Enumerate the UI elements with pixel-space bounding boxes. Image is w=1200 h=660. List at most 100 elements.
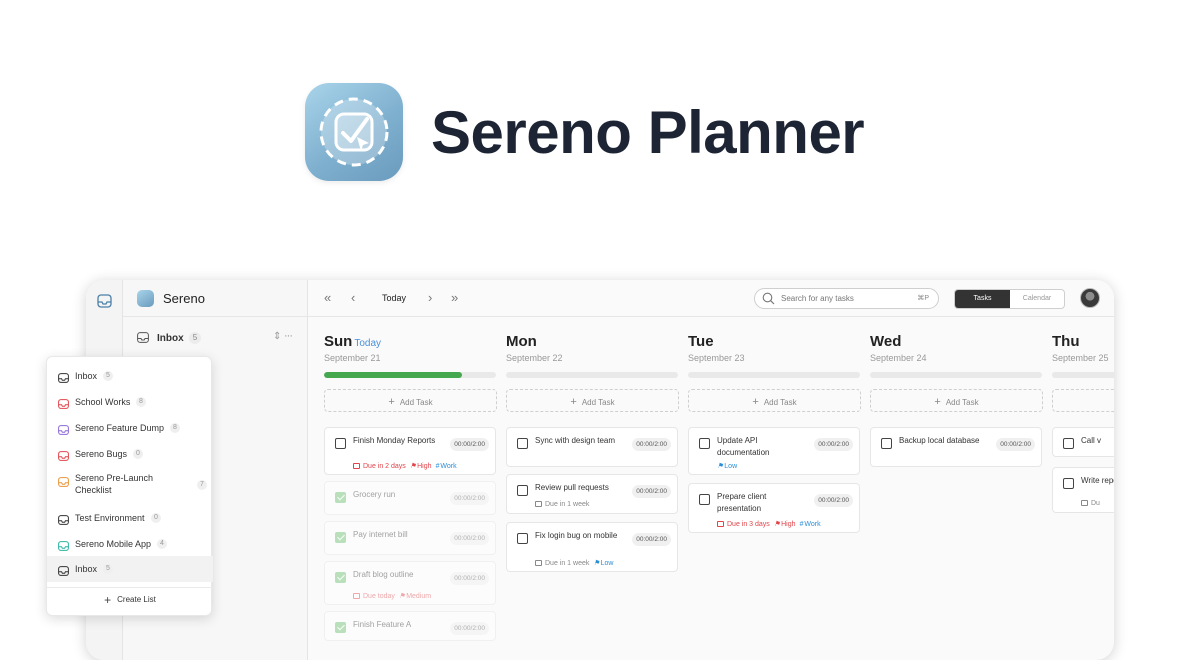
task-checkbox[interactable] <box>699 494 710 505</box>
list-item[interactable]: Test Environment 0 <box>47 505 213 531</box>
task-checkbox[interactable] <box>335 622 346 633</box>
day-column-mon: Mon September 22 + Add Task Sync with design… <box>506 317 680 660</box>
task-card[interactable]: Prepare client presentation 00:00/2:00 Due… <box>688 483 860 533</box>
add-task-button[interactable]: +Add Task <box>506 389 679 412</box>
task-timer[interactable]: 00:00/2:00 <box>450 532 489 545</box>
day-name: Thu <box>1052 333 1080 350</box>
task-timer[interactable]: 00:00/2:00 <box>450 572 489 585</box>
task-tag: #Work <box>799 521 821 528</box>
task-timer[interactable]: 00:00/2:00 <box>996 438 1035 451</box>
list-label: Sereno Bugs <box>75 449 128 459</box>
list-label: Sereno Pre-Launch Checklist <box>75 473 154 495</box>
task-checkbox[interactable] <box>335 492 346 503</box>
task-checkbox[interactable] <box>517 533 528 544</box>
add-task-label: Add Task <box>399 398 433 407</box>
list-count: 7 <box>197 480 207 490</box>
chevron-right-icon[interactable]: › <box>428 290 432 305</box>
day-progress-bar <box>688 372 860 378</box>
day-progress-bar <box>324 372 496 378</box>
current-list-count: 5 <box>189 332 201 344</box>
tag-icon: # <box>799 521 804 528</box>
task-card[interactable]: Pay internet bill 00:00/2:00 <box>324 521 496 555</box>
task-timer[interactable]: 00:00/2:00 <box>814 438 853 451</box>
tab-tasks[interactable]: Tasks <box>955 290 1010 308</box>
task-card[interactable]: Call v <box>1052 427 1114 457</box>
more-icon[interactable]: ··· <box>284 330 293 342</box>
calendar-icon <box>717 521 724 527</box>
day-progress-bar <box>870 372 1042 378</box>
sort-icon[interactable]: ⇕ <box>273 331 281 342</box>
task-checkbox[interactable] <box>517 485 528 496</box>
day-column-wed: Wed September 24 + Add Task Backup local dat… <box>870 317 1044 660</box>
list-inbox-icon <box>58 422 69 440</box>
task-timer[interactable]: 00:00/2:00 <box>450 492 489 505</box>
list-label: Test Environment <box>75 513 145 523</box>
task-checkbox[interactable] <box>1063 438 1074 449</box>
task-meta: ⚑Low <box>717 462 741 470</box>
add-task-button[interactable]: +Add Task <box>870 389 1043 412</box>
task-checkbox[interactable] <box>335 438 346 449</box>
search-input[interactable]: Search for any tasks ⌘P <box>754 288 939 309</box>
add-task-button[interactable]: +Add Task <box>324 389 497 412</box>
add-task-button[interactable]: +Add Task <box>688 389 861 412</box>
inbox-icon[interactable] <box>97 294 112 308</box>
list-item[interactable]: Sereno Feature Dump 8 <box>47 415 213 441</box>
day-date: September 22 <box>506 353 563 363</box>
flag-icon: ⚑ <box>593 560 600 567</box>
list-item[interactable]: Inbox 5 <box>47 556 213 582</box>
list-item[interactable]: Sereno Pre-Launch Checklist 7 <box>47 467 213 503</box>
task-card[interactable]: Fix login bug on mobile 00:00/2:00 Due in … <box>506 522 678 572</box>
list-inbox-icon <box>58 396 69 414</box>
task-timer[interactable]: 00:00/2:00 <box>632 485 671 498</box>
task-card[interactable]: Update API documentation 00:00/2:00 ⚑Low <box>688 427 860 475</box>
task-card[interactable]: Write repor Du <box>1052 467 1114 513</box>
calendar-icon <box>535 501 542 507</box>
task-title: Write repor <box>1081 476 1114 485</box>
task-checkbox[interactable] <box>1063 478 1074 489</box>
list-inbox-icon <box>58 512 69 530</box>
day-date: September 21 <box>324 353 381 363</box>
task-checkbox[interactable] <box>699 438 710 449</box>
task-card[interactable]: Sync with design team 00:00/2:00 <box>506 427 678 467</box>
task-card[interactable]: Backup local database 00:00/2:00 <box>870 427 1042 467</box>
task-card[interactable]: Finish Feature A 00:00/2:00 <box>324 611 496 641</box>
progress-fill <box>324 372 462 378</box>
task-checkbox[interactable] <box>335 572 346 583</box>
task-timer[interactable]: 00:00/2:00 <box>632 533 671 546</box>
double-chevron-left-icon[interactable]: « <box>324 290 331 305</box>
task-title: Call v <box>1081 436 1102 445</box>
task-timer[interactable]: 00:00/2:00 <box>814 494 853 507</box>
calendar-icon <box>353 593 360 599</box>
avatar[interactable] <box>1080 288 1100 308</box>
add-task-button[interactable]: +Add Task <box>1052 389 1114 412</box>
search-shortcut: ⌘P <box>917 295 929 302</box>
tab-calendar[interactable]: Calendar <box>1010 290 1064 308</box>
task-checkbox[interactable] <box>335 532 346 543</box>
task-timer[interactable]: 00:00/2:00 <box>632 438 671 451</box>
task-title: Fix login bug on mobile <box>535 531 618 540</box>
task-timer[interactable]: 00:00/2:00 <box>450 438 489 451</box>
chevron-left-icon[interactable]: ‹ <box>351 290 355 305</box>
task-checkbox[interactable] <box>881 438 892 449</box>
list-count: 0 <box>133 449 143 459</box>
sereno-logo-icon <box>137 290 154 307</box>
add-task-label: Add Task <box>945 398 979 407</box>
list-inbox-icon <box>58 448 69 466</box>
task-card[interactable]: Grocery run 00:00/2:00 <box>324 481 496 515</box>
create-list-button[interactable]: + Create List <box>47 591 213 615</box>
list-item[interactable]: Sereno Mobile App 4 <box>47 531 213 557</box>
list-item[interactable]: School Works 8 <box>47 389 213 415</box>
toolbar: « ‹ Today › » Search for any tasks ⌘P Ta… <box>308 280 1114 317</box>
list-item[interactable]: Inbox 5 <box>47 363 213 389</box>
today-badge: Today <box>354 338 382 349</box>
task-card[interactable]: Finish Monday Reports 00:00/2:00 Due in 2 … <box>324 427 496 475</box>
current-list-selector[interactable]: Inbox 5 ⇕ ··· <box>123 325 308 351</box>
double-chevron-right-icon[interactable]: » <box>451 290 458 305</box>
task-card[interactable]: Draft blog outline 00:00/2:00 Due today ⚑Me… <box>324 561 496 605</box>
task-checkbox[interactable] <box>517 438 528 449</box>
task-meta: Due in 2 days ⚑High #Work <box>353 462 461 470</box>
task-timer[interactable]: 00:00/2:00 <box>450 622 489 635</box>
list-item[interactable]: Sereno Bugs 0 <box>47 441 213 467</box>
task-card[interactable]: Review pull requests 00:00/2:00 Due in 1 w… <box>506 474 678 514</box>
today-button[interactable]: Today <box>382 293 406 303</box>
